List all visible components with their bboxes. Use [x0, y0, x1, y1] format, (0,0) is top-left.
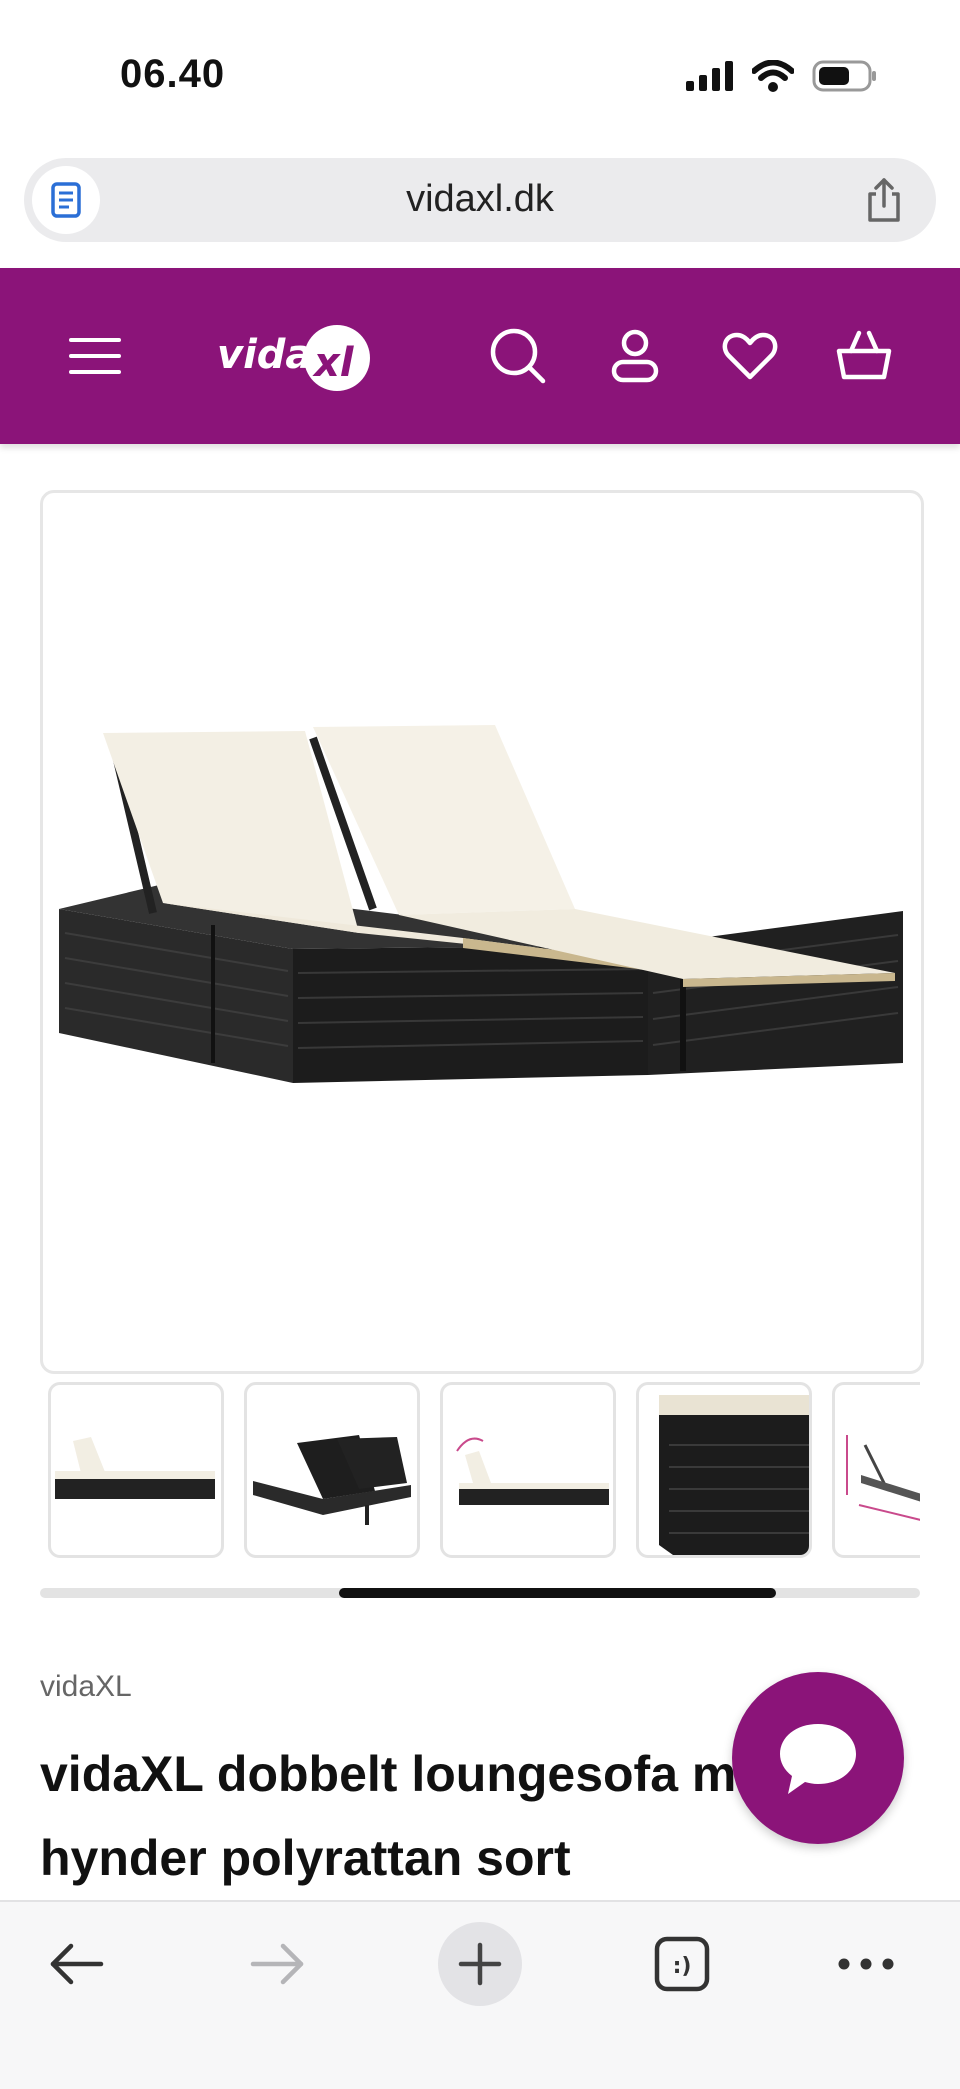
status-icons	[686, 60, 878, 92]
share-icon[interactable]	[860, 176, 908, 224]
new-tab-plus-icon	[458, 1942, 502, 1986]
chat-bubble-icon	[780, 1724, 856, 1794]
browser-bottom-toolbar: :)	[0, 1900, 960, 2089]
site-header: vida xl	[0, 268, 960, 444]
thumbnail-image	[659, 1395, 809, 1555]
product-brand[interactable]: vidaXL	[40, 1670, 132, 1704]
thumbnail-5[interactable]	[832, 1382, 920, 1558]
gallery-scrollbar[interactable]	[40, 1588, 920, 1598]
menu-icon	[69, 338, 121, 374]
tabs-icon: :)	[654, 1936, 710, 1992]
svg-text:vida: vida	[217, 332, 312, 378]
search-button[interactable]	[482, 320, 554, 392]
forward-arrow-icon	[250, 1943, 304, 1985]
tabs-button[interactable]: :)	[640, 1922, 724, 2006]
thumbnail-image	[846, 1435, 920, 1521]
thumbnail-1[interactable]	[48, 1382, 224, 1558]
new-tab-circle[interactable]	[438, 1922, 522, 2006]
search-icon	[490, 328, 546, 384]
vidaxl-logo[interactable]: vida xl	[215, 316, 375, 396]
thumbnail-strip	[48, 1382, 920, 1560]
product-title: vidaXL dobbelt loungesofa med hynder pol…	[40, 1746, 795, 1886]
account-icon	[611, 329, 659, 383]
more-button[interactable]	[824, 1922, 908, 2006]
status-time: 06.40	[120, 52, 226, 96]
thumbnail-image	[456, 1437, 609, 1505]
svg-text:xl: xl	[312, 340, 355, 386]
cart-button[interactable]	[828, 320, 900, 392]
back-arrow-icon	[50, 1943, 104, 1985]
thumbnail-3[interactable]	[440, 1382, 616, 1558]
forward-button[interactable]	[236, 1922, 320, 2006]
thumbnail-2[interactable]	[244, 1382, 420, 1558]
tabs-label: :)	[673, 1954, 692, 1979]
battery-icon	[812, 60, 876, 92]
wishlist-heart-icon	[722, 332, 778, 380]
more-dots-icon	[838, 1958, 894, 1970]
chat-button[interactable]	[732, 1672, 904, 1844]
cart-basket-icon	[836, 330, 892, 380]
gallery-scrollbar-thumb[interactable]	[339, 1588, 776, 1598]
signal-icon	[686, 61, 733, 91]
thumbnail-image	[55, 1437, 215, 1499]
back-button[interactable]	[34, 1922, 118, 2006]
main-product-image[interactable]	[40, 490, 924, 1374]
thumbnail-image	[253, 1435, 411, 1525]
new-tab-button[interactable]	[438, 1922, 522, 2006]
double-sunlounger-image	[59, 725, 903, 1083]
wifi-icon	[752, 60, 794, 92]
url-bar[interactable]: vidaxl.dk	[24, 158, 936, 242]
wishlist-button[interactable]	[714, 320, 786, 392]
thumbnail-4[interactable]	[636, 1382, 812, 1558]
menu-button[interactable]	[59, 320, 131, 392]
status-bar: 06.40	[0, 0, 960, 150]
account-button[interactable]	[599, 320, 671, 392]
url-text[interactable]: vidaxl.dk	[24, 178, 936, 221]
